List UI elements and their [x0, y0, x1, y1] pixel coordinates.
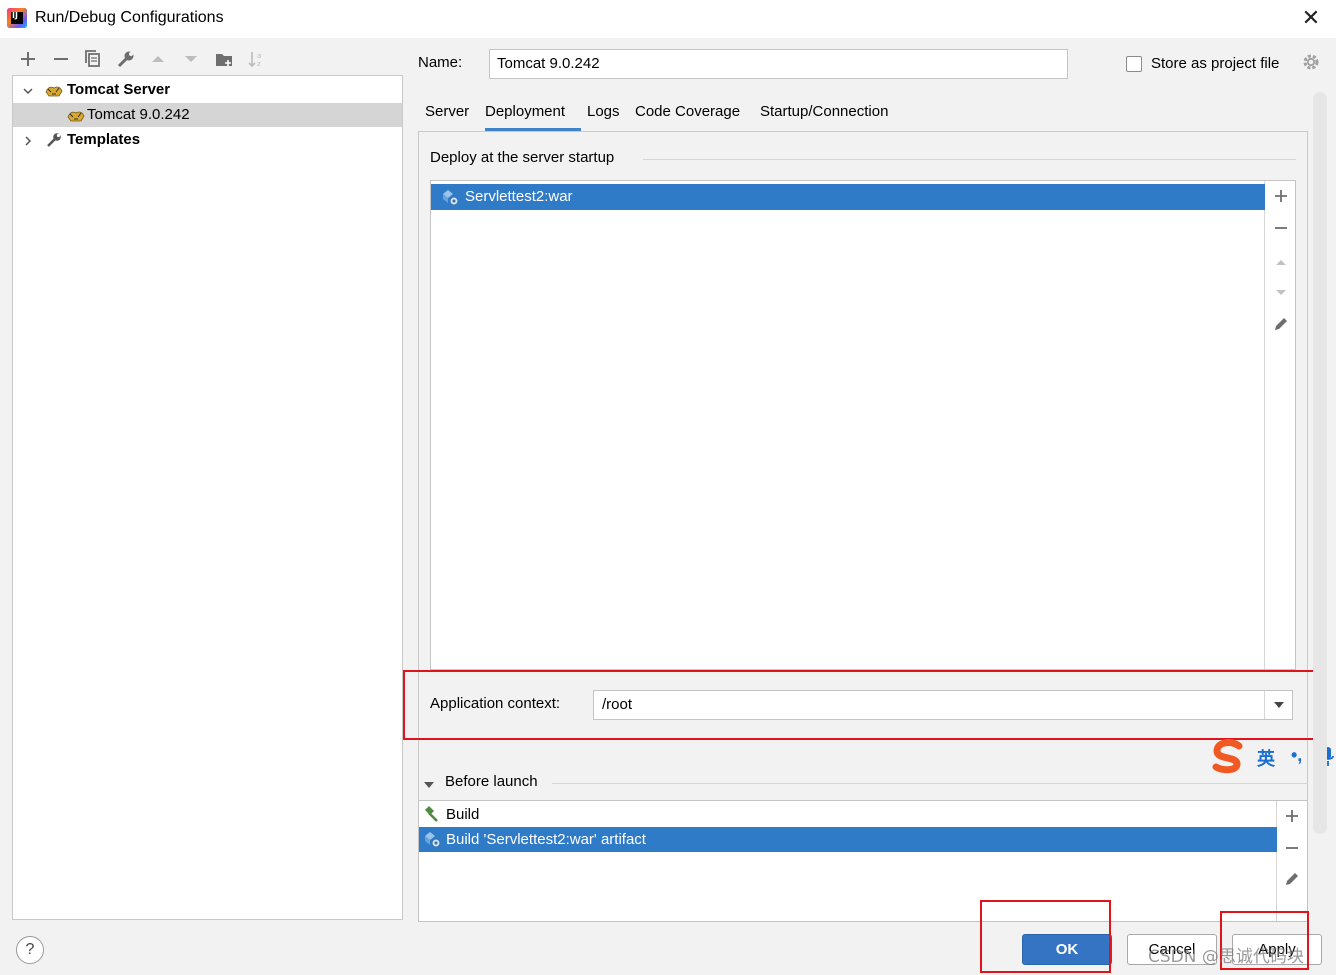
- wrench-icon[interactable]: [115, 48, 137, 70]
- tomcat-icon: [67, 107, 85, 123]
- intellij-app-icon: IJ: [7, 8, 27, 28]
- section-separator: [552, 783, 1308, 784]
- tree-item-label: Tomcat 9.0.242: [87, 106, 190, 123]
- chevron-right-icon[interactable]: [21, 128, 35, 152]
- artifact-label: Servlettest2:war: [465, 188, 573, 205]
- add-icon[interactable]: [1268, 185, 1294, 211]
- tree-item-templates[interactable]: Templates: [13, 128, 402, 152]
- sort-icon[interactable]: az: [245, 48, 267, 70]
- edit-pencil-icon[interactable]: [1279, 869, 1305, 895]
- artifact-icon: [423, 830, 441, 856]
- move-up-icon[interactable]: [1268, 251, 1294, 277]
- window-title: Run/Debug Configurations: [35, 9, 224, 26]
- sogou-ime-icon[interactable]: [1211, 738, 1251, 776]
- close-icon[interactable]: ✕: [1298, 5, 1324, 31]
- move-down-icon[interactable]: [1268, 281, 1294, 307]
- svg-text:a: a: [257, 52, 261, 60]
- collapse-arrow-icon[interactable]: [423, 778, 435, 795]
- tree-item-label: Templates: [67, 131, 141, 148]
- launch-item-label: Build: [446, 806, 480, 823]
- tab-startup-connection[interactable]: Startup/Connection: [760, 101, 888, 131]
- help-button[interactable]: ?: [16, 936, 44, 964]
- move-down-icon[interactable]: [180, 48, 202, 70]
- watermark: CSDN @思诚代码块: [1148, 947, 1304, 967]
- move-up-icon[interactable]: [147, 48, 169, 70]
- tree-item-tomcat-config[interactable]: Tomcat 9.0.242: [13, 103, 402, 127]
- edit-pencil-icon[interactable]: [1268, 314, 1294, 340]
- add-icon[interactable]: [1279, 805, 1305, 831]
- tree-item-tomcat-server[interactable]: Tomcat Server: [13, 78, 402, 102]
- store-as-project-checkbox[interactable]: [1126, 56, 1142, 72]
- remove-icon[interactable]: [1268, 217, 1294, 243]
- section-separator: [643, 159, 1296, 160]
- before-launch-list[interactable]: Build Build 'Servlettest2:war' artifact: [418, 800, 1308, 922]
- highlight-box-ok: [980, 900, 1111, 973]
- svg-text:z: z: [257, 60, 261, 68]
- ime-language-label[interactable]: 英: [1257, 745, 1275, 771]
- tab-deployment[interactable]: Deployment: [485, 101, 581, 131]
- vertical-scrollbar[interactable]: [1313, 92, 1327, 834]
- launch-item-label: Build 'Servlettest2:war' artifact: [446, 831, 646, 848]
- deploy-artifact-list[interactable]: Servlettest2:war: [430, 180, 1296, 670]
- chevron-down-icon[interactable]: [21, 78, 35, 102]
- list-item[interactable]: Build: [419, 802, 1277, 827]
- list-item[interactable]: Build 'Servlettest2:war' artifact: [419, 827, 1277, 852]
- add-icon[interactable]: [17, 48, 39, 70]
- before-launch-title[interactable]: Before launch: [445, 773, 538, 790]
- tomcat-icon: [45, 82, 63, 98]
- artifact-icon: [441, 188, 459, 206]
- highlight-box-context: [403, 670, 1327, 740]
- tree-item-label: Tomcat Server: [67, 81, 171, 98]
- tab-logs[interactable]: Logs: [587, 101, 620, 131]
- tab-code-coverage[interactable]: Code Coverage: [635, 101, 740, 131]
- name-field[interactable]: Tomcat 9.0.242: [489, 49, 1068, 79]
- configuration-tree[interactable]: Tomcat Server Tomcat 9.0.242 Templates: [12, 75, 403, 920]
- list-item[interactable]: Servlettest2:war: [431, 184, 1265, 210]
- tab-server[interactable]: Server: [425, 101, 469, 131]
- remove-icon[interactable]: [50, 48, 72, 70]
- wrench-icon: [45, 132, 63, 148]
- remove-icon[interactable]: [1279, 837, 1305, 863]
- deploy-section-title: Deploy at the server startup: [430, 149, 615, 166]
- copy-icon[interactable]: [82, 48, 104, 70]
- store-as-project-label[interactable]: Store as project file: [1151, 55, 1279, 72]
- gear-icon[interactable]: [1300, 52, 1322, 74]
- new-folder-icon[interactable]: [213, 48, 235, 70]
- ime-punctuation-label[interactable]: •,: [1291, 745, 1302, 766]
- name-label: Name:: [418, 54, 463, 71]
